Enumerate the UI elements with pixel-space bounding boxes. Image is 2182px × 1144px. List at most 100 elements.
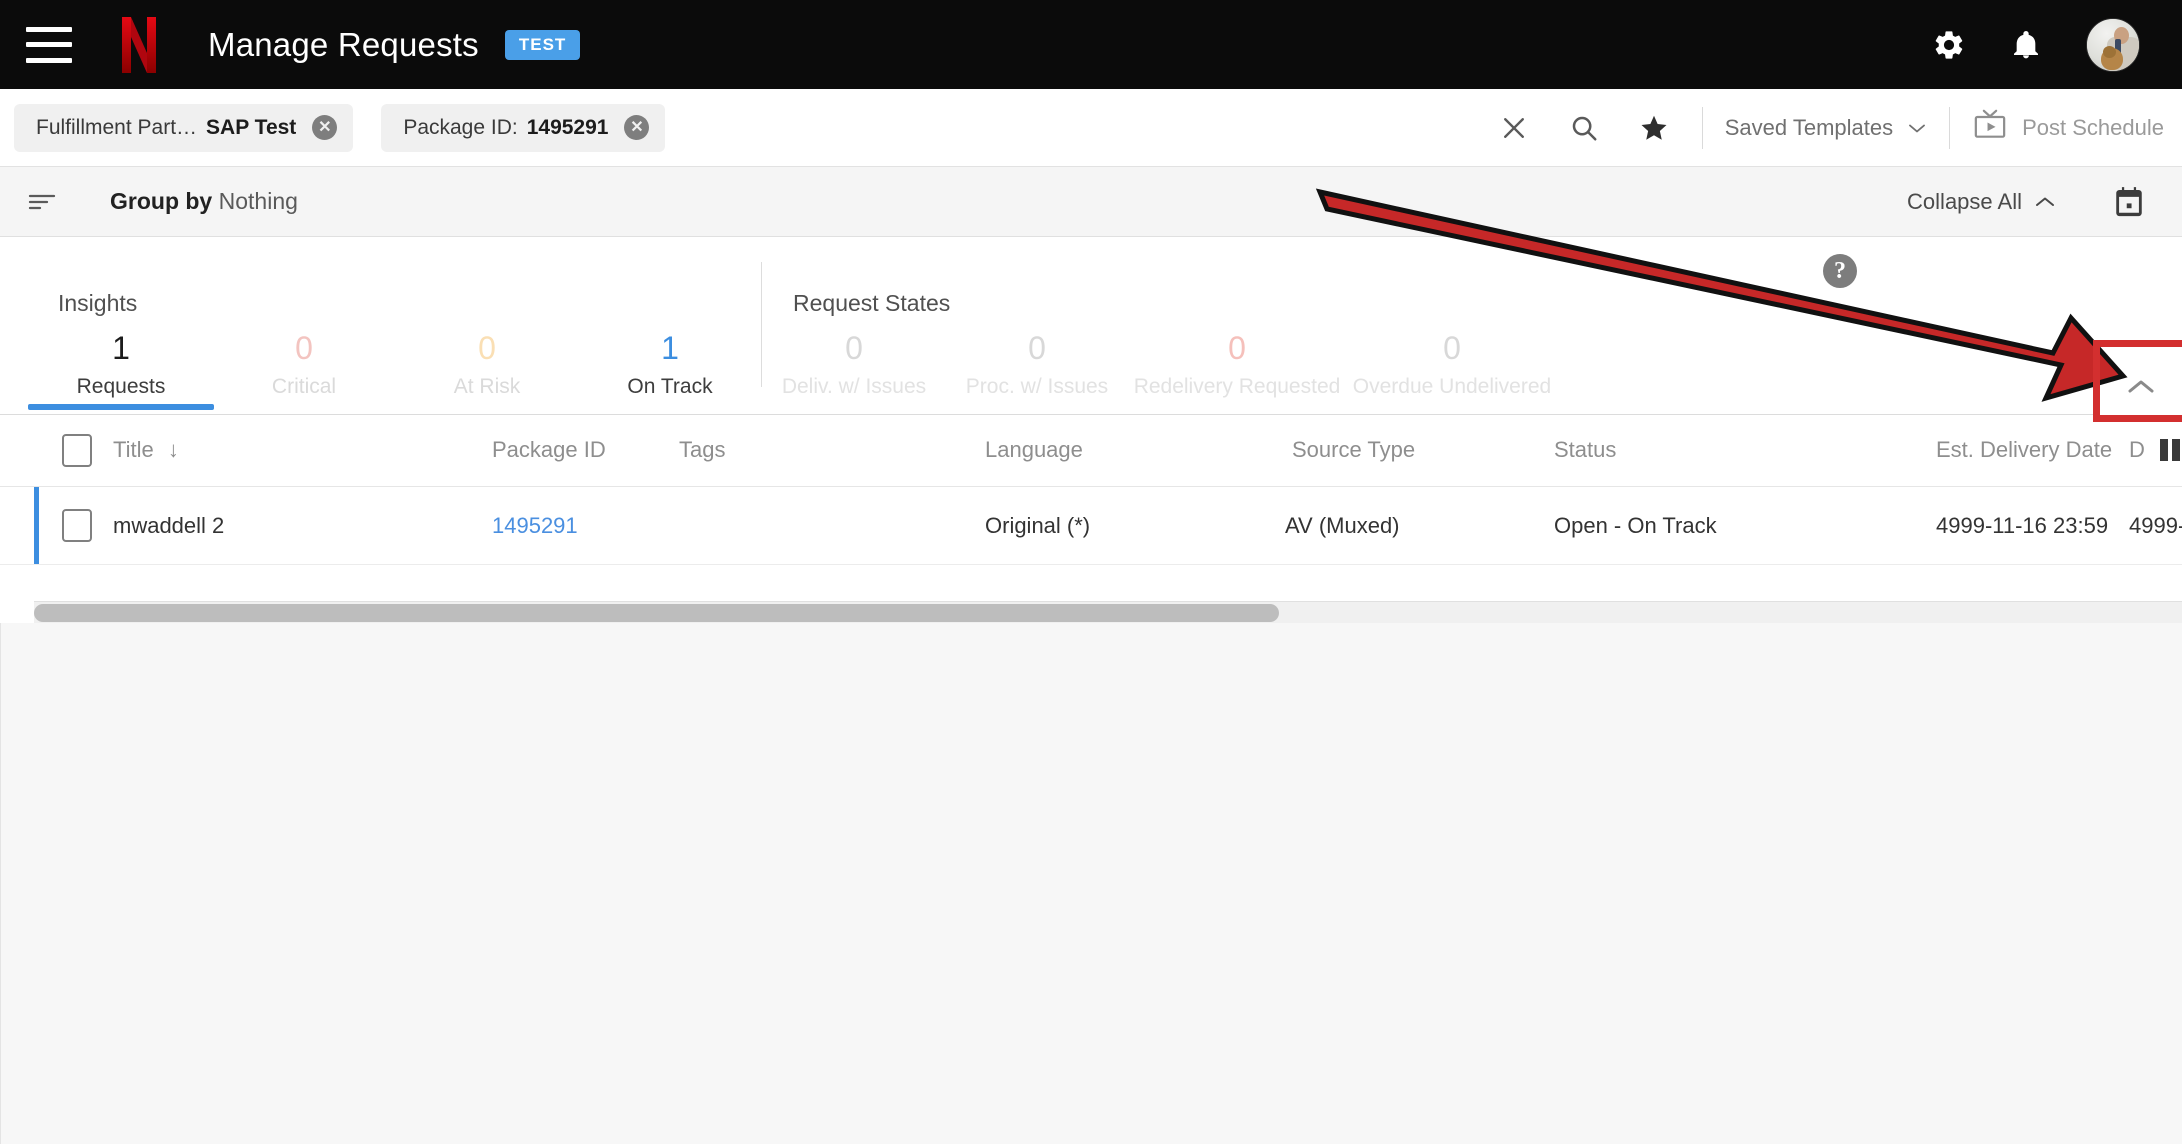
empty-content-area (0, 623, 2182, 1144)
table-row[interactable]: mwaddell 2 1495291 Original (*) AV (Muxe… (0, 487, 2182, 565)
column-header-package-id[interactable]: Package ID (492, 437, 606, 463)
insights-section-label: Insights (58, 290, 138, 316)
cell-package-id[interactable]: 1495291 (492, 513, 578, 539)
filter-chip-fulfillment-partner[interactable]: Fulfillment Part… SAP Test ✕ (14, 103, 354, 152)
cell-source-type: AV (Muxed) (1285, 513, 1400, 538)
column-header-d[interactable]: D (2129, 437, 2145, 463)
saved-templates-dropdown[interactable]: Saved Templates (1725, 115, 1927, 141)
sort-indicator: ↓ (167, 437, 179, 462)
close-icon[interactable] (1488, 102, 1540, 154)
column-header-source-type[interactable]: Source Type (1292, 437, 1415, 463)
group-by-value: Nothing (218, 188, 298, 214)
metric-value: 0 (1028, 330, 1046, 366)
metric-value: 0 (1443, 330, 1461, 366)
group-by-bar-actions: Collapse All (1907, 185, 2146, 219)
user-avatar[interactable] (2086, 17, 2140, 72)
remove-chip-icon[interactable]: ✕ (624, 115, 650, 140)
calendar-icon[interactable] (2112, 185, 2146, 219)
star-icon[interactable] (1628, 102, 1680, 154)
active-tab-underline (28, 404, 214, 410)
filter-chip-key: Fulfillment Part… (36, 115, 198, 139)
columns-icon[interactable] (2160, 439, 2182, 461)
collapse-insights-panel-button[interactable] (2100, 345, 2182, 415)
request-states-section-label: Request States (793, 290, 951, 316)
metric-label: At Risk (453, 374, 521, 398)
horizontal-scrollbar-thumb[interactable] (34, 604, 1279, 622)
tv-icon (1972, 109, 2008, 147)
metric-value: 0 (845, 330, 863, 366)
cell-title: mwaddell 2 (113, 513, 225, 538)
avatar-dog-face (2103, 45, 2117, 58)
metric-value: 1 (112, 330, 130, 366)
metric-value: 1 (661, 330, 679, 366)
hamburger-bar (26, 57, 72, 63)
divider (1949, 106, 1951, 149)
environment-badge: TEST (504, 29, 581, 60)
metric-critical[interactable]: 0 Critical (272, 330, 336, 402)
metric-label: Critical (271, 374, 337, 398)
app-window: Manage Requests TEST Fulfillment Part… S… (0, 0, 2182, 1144)
divider (1701, 106, 1703, 149)
horizontal-scrollbar-track[interactable] (34, 601, 2182, 623)
cell-status: Open - On Track (1554, 513, 1717, 538)
hamburger-bar (26, 42, 72, 47)
table-header-row: Title ↓ Package ID Tags Language Source … (0, 415, 2182, 487)
filter-bar-icon-group (1488, 102, 1680, 154)
metric-value: 0 (295, 330, 313, 366)
sort-icon[interactable] (28, 192, 62, 212)
metric-label: Proc. w/ Issues (965, 374, 1109, 398)
metric-proc-with-issues[interactable]: 0 Proc. w/ Issues (966, 330, 1108, 402)
metric-overdue-undelivered[interactable]: 0 Overdue Undelivered (1353, 330, 1551, 402)
collapse-all-label: Collapse All (1907, 188, 2022, 214)
group-by-label: Group by (110, 188, 213, 214)
group-by-bar: Group by Nothing Collapse All (0, 167, 2182, 237)
post-schedule-button[interactable]: Post Schedule (1972, 109, 2164, 147)
hamburger-bar (26, 26, 72, 32)
chevron-up-icon (2034, 189, 2056, 215)
filter-bar-actions: Saved Templates Post Schedule (1488, 89, 2182, 166)
group-by-control[interactable]: Group by Nothing (110, 188, 298, 215)
post-schedule-label: Post Schedule (2022, 114, 2164, 140)
collapse-all-button[interactable]: Collapse All (1907, 189, 2056, 215)
netflix-logo[interactable] (122, 16, 156, 73)
filter-chip-package-id[interactable]: Package ID: 1495291 ✕ (381, 103, 666, 152)
metric-requests[interactable]: 1 Requests (77, 330, 166, 402)
metric-label: Overdue Undelivered (1352, 374, 1552, 398)
cell-est-delivery-date: 4999-11-16 23:59 (1936, 513, 2109, 538)
metric-label: Requests (76, 374, 166, 398)
page-title: Manage Requests (208, 25, 479, 63)
hamburger-menu-icon[interactable] (26, 26, 72, 63)
cell-language: Original (*) (985, 513, 1091, 538)
metric-label: Redelivery Requested (1133, 374, 1341, 398)
top-navigation-bar: Manage Requests TEST (0, 0, 2182, 89)
metric-value: 0 (478, 330, 496, 366)
search-icon[interactable] (1558, 102, 1610, 154)
column-label: Title (113, 437, 154, 462)
column-header-title[interactable]: Title ↓ (113, 437, 179, 463)
remove-chip-icon[interactable]: ✕ (312, 115, 338, 140)
row-status-accent (34, 487, 39, 564)
metric-label: On Track (627, 374, 713, 398)
column-header-language[interactable]: Language (985, 437, 1083, 463)
top-navigation-actions (1932, 17, 2140, 72)
metric-on-track[interactable]: 1 On Track (627, 330, 712, 402)
panel-divider (761, 262, 762, 387)
filter-chip-value: SAP Test (206, 115, 297, 139)
saved-templates-label: Saved Templates (1724, 114, 1894, 140)
help-icon[interactable]: ? (1823, 254, 1857, 288)
metric-deliv-with-issues[interactable]: 0 Deliv. w/ Issues (782, 330, 926, 402)
metric-redelivery-requested[interactable]: 0 Redelivery Requested (1134, 330, 1341, 402)
chevron-down-icon (1907, 115, 1927, 141)
row-checkbox[interactable] (62, 509, 92, 542)
metric-at-risk[interactable]: 0 At Risk (454, 330, 521, 402)
select-all-checkbox[interactable] (62, 434, 92, 467)
bell-icon[interactable] (2010, 28, 2042, 62)
gear-icon[interactable] (1932, 28, 1966, 62)
filter-chip-key: Package ID: (403, 115, 518, 139)
filter-chip-value: 1495291 (526, 115, 609, 139)
column-header-tags[interactable]: Tags (679, 437, 725, 463)
column-header-status[interactable]: Status (1554, 437, 1616, 463)
filter-bar: Fulfillment Part… SAP Test ✕ Package ID:… (0, 89, 2182, 167)
column-header-est-delivery-date[interactable]: Est. Delivery Date (1936, 437, 2112, 463)
cell-delivery-date-partial: 4999- (2129, 513, 2182, 538)
